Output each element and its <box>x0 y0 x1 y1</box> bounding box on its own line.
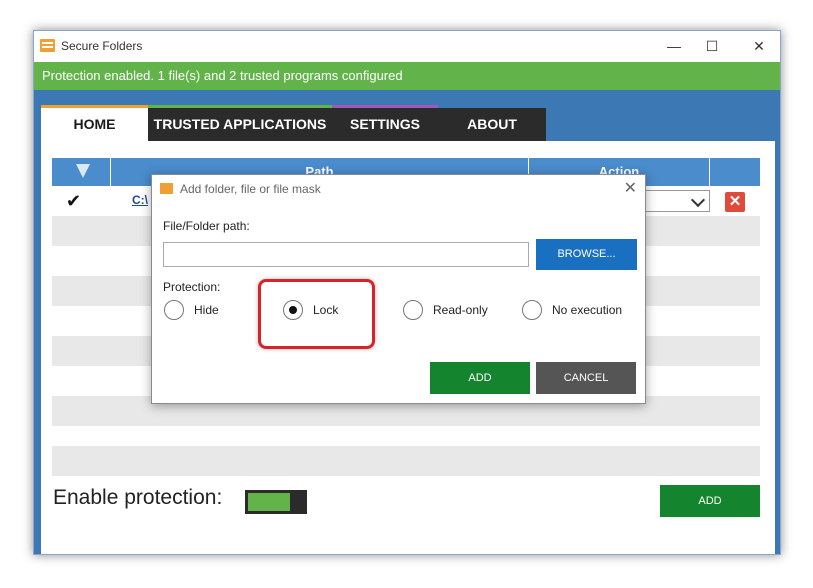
add-button[interactable]: ADD <box>660 485 760 517</box>
radio-label: Read-only <box>433 303 488 317</box>
delete-icon[interactable]: ✕ <box>725 192 745 212</box>
add-dialog: Add folder, file or file mask ✕ File/Fol… <box>151 174 646 404</box>
chevron-down-icon <box>690 192 706 208</box>
table-row-empty <box>52 446 760 476</box>
dialog-add-button[interactable]: ADD <box>430 362 530 394</box>
column-header-check[interactable] <box>52 158 111 186</box>
maximize-icon[interactable]: ☐ <box>699 35 725 57</box>
minimize-icon[interactable]: — <box>661 35 687 57</box>
toggle-fill <box>248 493 290 511</box>
radio-label: Hide <box>194 303 219 317</box>
dialog-app-icon <box>160 183 173 194</box>
radio-button[interactable] <box>522 300 542 320</box>
close-icon[interactable]: ✕ <box>746 35 772 57</box>
browse-button[interactable]: BROWSE... <box>536 239 637 270</box>
action-dropdown[interactable] <box>642 190 710 212</box>
radio-button[interactable] <box>164 300 184 320</box>
dialog-close-icon[interactable]: ✕ <box>624 178 637 198</box>
radio-button[interactable] <box>403 300 423 320</box>
dialog-cancel-button[interactable]: CANCEL <box>536 362 636 394</box>
filter-icon[interactable] <box>76 164 90 178</box>
radio-label: No execution <box>552 303 623 317</box>
status-text: Protection enabled. 1 file(s) and 2 trus… <box>42 68 403 83</box>
lock-highlight-box <box>258 279 375 349</box>
protection-label: Protection: <box>163 280 221 294</box>
tab-settings[interactable]: SETTINGS <box>332 105 438 141</box>
tab-home[interactable]: HOME <box>41 105 148 141</box>
enable-protection-toggle[interactable] <box>245 490 307 514</box>
tab-trusted-applications[interactable]: TRUSTED APPLICATIONS <box>148 105 332 141</box>
path-input[interactable] <box>163 242 529 267</box>
row-path-link[interactable]: C:\ <box>132 193 148 207</box>
path-label: File/Folder path: <box>163 219 250 233</box>
check-icon[interactable]: ✔ <box>66 191 81 212</box>
window-title: Secure Folders <box>61 39 143 53</box>
title-bar: Secure Folders — ☐ ✕ <box>34 31 780 62</box>
app-logo-icon <box>40 39 55 52</box>
enable-protection-label: Enable protection: <box>53 486 223 509</box>
tab-about[interactable]: ABOUT <box>438 105 546 141</box>
dialog-title: Add folder, file or file mask <box>180 182 321 196</box>
status-bar: Protection enabled. 1 file(s) and 2 trus… <box>34 62 780 90</box>
